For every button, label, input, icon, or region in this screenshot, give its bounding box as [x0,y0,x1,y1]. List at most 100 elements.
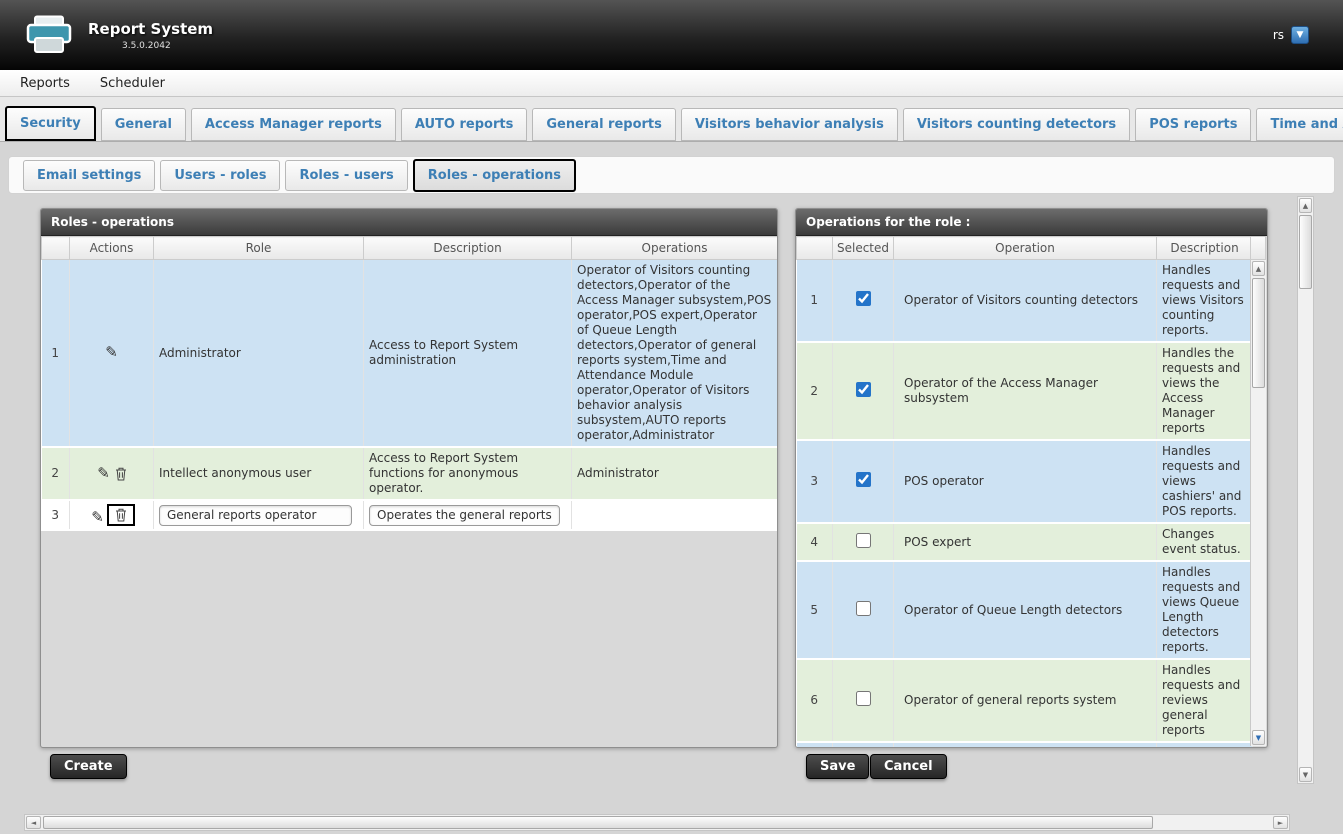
operation-name: Operator of Queue Length detectors [894,561,1157,659]
role-row: 1 ✎ Administrator Access to Report Syste… [42,260,778,448]
operation-name: POS expert [894,523,1157,561]
scroll-up-icon[interactable]: ▲ [1252,261,1265,276]
operation-name: Operator of general reports system [894,659,1157,742]
operation-name: POS operator [894,440,1157,523]
edit-icon[interactable]: ✎ [97,466,110,481]
edit-icon[interactable]: ✎ [105,345,118,360]
app-title: Report System [88,20,213,38]
role-name-input[interactable] [159,505,352,526]
actions-cell: ✎ [70,500,154,530]
column-header: Operation [894,237,1157,260]
tab-visitors-counting-detectors[interactable]: Visitors counting detectors [903,108,1130,141]
user-name: rs [1273,28,1284,42]
tab-time-and-attendance-reports[interactable]: Time and Attendance reports [1256,108,1343,141]
delete-icon[interactable] [115,467,127,481]
row-number: 2 [797,342,833,440]
save-button[interactable]: Save [806,754,869,779]
delete-icon-selection-box [107,504,135,526]
operation-checkbox[interactable] [856,533,871,548]
tab-auto-reports[interactable]: AUTO reports [401,108,528,141]
selected-cell [833,523,894,561]
operation-checkbox[interactable] [856,291,871,306]
edit-icon[interactable]: ✎ [91,510,104,525]
role-description-input[interactable] [369,505,560,526]
scroll-up-icon[interactable]: ▲ [1299,198,1312,213]
menu-scheduler[interactable]: Scheduler [100,76,165,91]
operation-row: 1 Operator of Visitors counting detectors… [797,260,1253,343]
subtab-roles-users[interactable]: Roles - users [285,160,407,191]
operations-table-header-row: Selected Operation Description [797,237,1253,260]
tab-visitors-behavior-analysis[interactable]: Visitors behavior analysis [681,108,898,141]
selected-cell [833,561,894,659]
role-name: Intellect anonymous user [154,447,364,500]
menu-bar: Reports Scheduler [0,70,1343,97]
create-button[interactable]: Create [50,754,127,779]
scroll-left-icon[interactable]: ◄ [26,816,41,829]
operation-checkbox[interactable] [856,691,871,706]
operations-table: Selected Operation Description 1 Operator… [796,236,1253,748]
delete-icon[interactable] [115,508,127,522]
app-version: 3.5.0.2042 [122,41,213,51]
row-number: 1 [42,260,70,448]
selected-cell [833,260,894,343]
role-operations [572,500,778,530]
column-header: Selected [833,237,894,260]
role-operations: Administrator [572,447,778,500]
scroll-right-icon[interactable]: ► [1273,816,1288,829]
selected-cell [833,659,894,742]
column-header [42,237,70,260]
actions-cell: ✎ [70,447,154,500]
subtab-roles-operations[interactable]: Roles - operations [413,159,576,192]
operation-checkbox[interactable] [856,472,871,487]
operation-row: 2 Operator of the Access Manager subsyste… [797,342,1253,440]
scrollbar-thumb[interactable] [1299,215,1312,289]
scroll-down-icon[interactable]: ▼ [1252,730,1265,745]
user-area: rs ▼ [1273,26,1309,44]
row-number: 1 [797,260,833,343]
column-header: Description [1157,237,1253,260]
operation-description: Handles requests and reviews general rep… [1157,659,1253,742]
subtab-users-roles[interactable]: Users - roles [160,160,280,191]
role-description-cell [364,500,572,530]
operation-description: Handles the requests and views the Acces… [1157,342,1253,440]
role-description: Access to Report System administration [364,260,572,448]
operations-panel: Operations for the role : Selected Opera… [795,208,1268,748]
row-number: 3 [797,440,833,523]
scroll-down-icon[interactable]: ▼ [1299,767,1312,782]
operation-checkbox[interactable] [856,382,871,397]
cancel-button[interactable]: Cancel [870,754,947,779]
row-number [797,742,833,748]
operation-row: 6Operator of general reports systemHandl… [797,659,1253,742]
menu-reports[interactable]: Reports [20,76,70,91]
user-menu-button[interactable]: ▼ [1291,26,1309,44]
roles-table-header-row: Actions Role Description Operations [42,237,778,260]
tab-pos-reports[interactable]: POS reports [1135,108,1251,141]
actions-cell: ✎ [70,260,154,448]
roles-panel-title: Roles - operations [41,209,777,236]
scrollbar-thumb[interactable] [1252,278,1265,388]
role-description: Access to Report System functions for an… [364,447,572,500]
page-horizontal-scrollbar[interactable]: ◄ ► [24,814,1290,831]
chevron-down-icon: ▼ [1297,30,1304,40]
tab-general[interactable]: General [101,108,186,141]
tab-security[interactable]: Security [5,106,96,141]
selected-cell [833,440,894,523]
operation-name: Operator of Visitors counting detectors [894,260,1157,343]
subtab-email-settings[interactable]: Email settings [23,160,155,191]
page-vertical-scrollbar[interactable]: ▲ ▼ [1297,196,1314,784]
report-system-logo-icon [26,15,72,55]
roles-panel: Roles - operations Actions Role Descript… [40,208,778,748]
operation-description: Handles requests and views cashiers' and… [1157,440,1253,523]
operation-name: Operator of the Access Manager subsystem [894,342,1157,440]
operation-checkbox[interactable] [856,601,871,616]
role-row: 2 ✎ Intellect anonymous user Access to R… [42,447,778,500]
operation-row: 4POS expertChanges event status. [797,523,1253,561]
tab-access-manager-reports[interactable]: Access Manager reports [191,108,396,141]
tab-general-reports[interactable]: General reports [532,108,676,141]
operation-row: 5Operator of Queue Length detectorsHandl… [797,561,1253,659]
selected-cell [833,342,894,440]
operation-row: Handles requests and [797,742,1253,748]
scrollbar-thumb[interactable] [43,816,1153,829]
operation-description: Handles requests and [1157,742,1253,748]
operations-vertical-scrollbar[interactable]: ▲ ▼ [1250,260,1266,746]
